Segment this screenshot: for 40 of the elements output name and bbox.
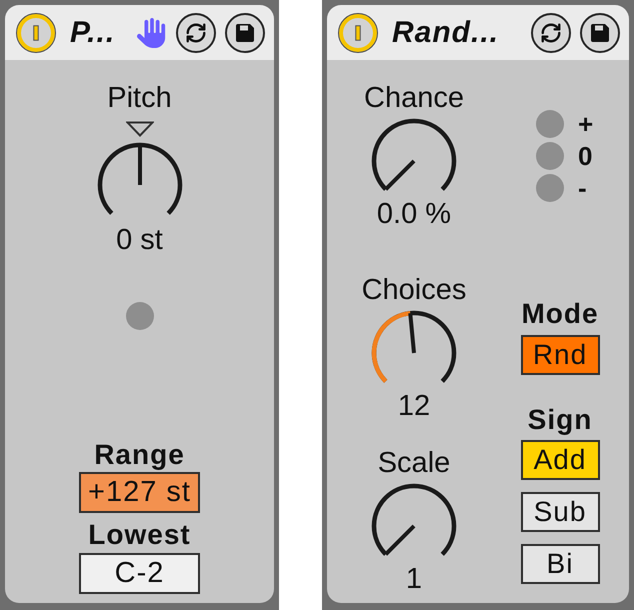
knob-label: Pitch [107, 83, 172, 113]
knob[interactable] [369, 482, 459, 558]
swap-button[interactable] [176, 12, 216, 52]
sign-button[interactable]: Bi [520, 544, 600, 584]
knob-reading: 1 [406, 564, 422, 594]
knob-label: Choices [362, 275, 466, 305]
power-button[interactable] [338, 12, 378, 52]
indicator-label: + [578, 110, 594, 138]
power-icon [355, 24, 361, 40]
knob-reading: 12 [398, 391, 430, 421]
knob-pointer[interactable] [138, 145, 142, 185]
field-label: Range [94, 440, 185, 470]
value-field[interactable]: +127 st [79, 472, 200, 513]
knob-label: Scale [378, 448, 450, 478]
center-marker-icon [126, 121, 154, 137]
indicator-label: - [578, 174, 587, 202]
save-button[interactable] [225, 12, 265, 52]
field-label: Lowest [88, 520, 191, 550]
sign-button[interactable]: Sub [520, 492, 600, 532]
value-field[interactable]: C-2 [79, 553, 200, 594]
device-title: Rand... [392, 16, 500, 50]
knob-label: Chance [364, 83, 464, 113]
power-button[interactable] [16, 12, 56, 52]
device-title: P... [70, 16, 116, 50]
knob[interactable] [369, 309, 459, 385]
power-icon [33, 24, 39, 40]
section-label: Mode [521, 299, 599, 329]
knob[interactable] [369, 117, 459, 193]
circular-arrows-icon [540, 22, 562, 44]
section-label: Sign [528, 405, 592, 435]
indicator-label: 0 [578, 142, 592, 170]
knob-pointer[interactable] [408, 313, 416, 354]
swap-button[interactable] [531, 12, 571, 52]
knob-reading: 0.0 % [376, 199, 452, 229]
knob-reading: 0 st [116, 225, 163, 255]
circular-arrows-icon [185, 22, 207, 44]
sign-button[interactable]: Add [520, 440, 600, 480]
save-button[interactable] [580, 12, 620, 52]
mode-button[interactable]: Rnd [520, 335, 600, 375]
hand-icon [137, 18, 167, 48]
